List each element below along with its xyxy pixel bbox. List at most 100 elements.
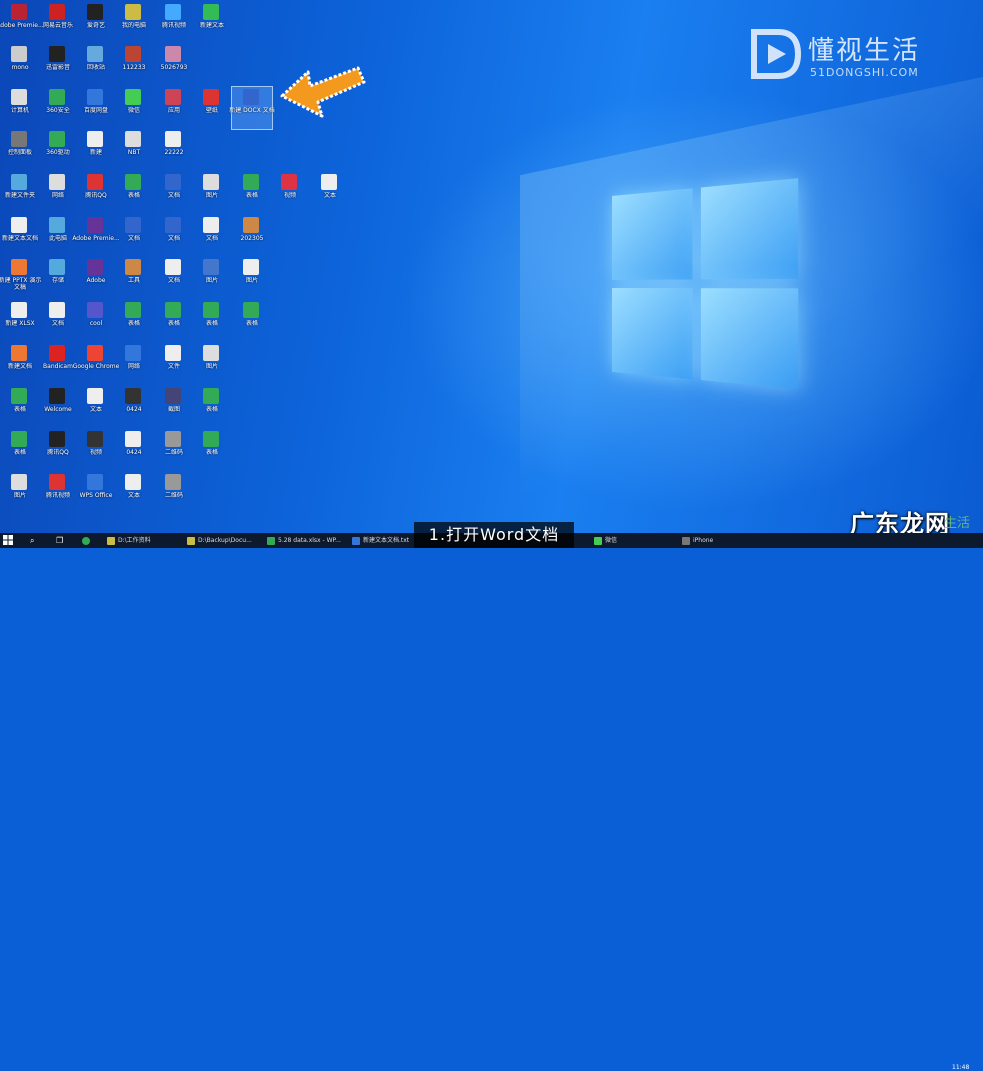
task-view-button[interactable]: ❐ [56,534,68,547]
desktop-icon-label: 202305 [240,235,264,242]
desktop-icon[interactable]: 表格 [114,300,154,342]
desktop-icon-label: 文本 [323,192,336,199]
app-icon [87,259,103,275]
app-icon [49,4,65,20]
clock: 11:48 [952,1064,970,1071]
desktop-icon[interactable]: 微信 [114,87,154,129]
taskbar-item[interactable]: 微信 [592,534,672,547]
app-icon [49,174,65,190]
desktop-icon[interactable]: 0424 [114,429,154,471]
app-icon [49,302,65,318]
watermark-subtitle: 51DONGSHI.COM [810,66,919,79]
taskbar-app-icon [352,536,360,545]
desktop-icon[interactable]: 二维码 [154,472,194,514]
desktop-icon[interactable]: 视频 [270,172,310,214]
app-icon [49,388,65,404]
app-icon [49,217,65,233]
desktop-icon[interactable]: 文档 [192,215,232,257]
taskbar-item[interactable]: D:\工作资料 [105,534,180,547]
desktop-icon[interactable]: 0424 [114,386,154,428]
app-icon [125,89,141,105]
desktop-icon[interactable]: NBT [114,129,154,171]
taskbar-pin-browser[interactable] [80,534,92,547]
desktop-icon-label: 图片 [245,277,258,284]
taskbar-item[interactable]: 5.28 data.xlsx - WP... [265,534,347,547]
desktop-icon[interactable]: 新建文本 [192,2,232,44]
start-button[interactable] [3,534,15,547]
app-icon [87,89,103,105]
app-icon [165,431,181,447]
brand-ghost: 生活 [944,516,971,531]
taskbar-item[interactable]: 新建文本文档.txt [350,534,412,547]
watermark: 懂视生活 51DONGSHI.COM [748,26,948,86]
desktop-icon[interactable]: 壁纸 [192,87,232,129]
app-icon [125,474,141,490]
desktop-icon[interactable]: 5026793 [154,44,194,86]
app-icon [165,46,181,62]
windows-logo [612,178,803,395]
taskbar-app-icon [187,536,195,545]
desktop-icon[interactable]: 表格 [192,429,232,471]
app-icon [203,174,219,190]
app-icon [49,46,65,62]
app-icon [87,431,103,447]
desktop-icon[interactable]: 网络 [114,343,154,385]
search-button[interactable]: ⌕ [30,534,42,547]
desktop-icon[interactable]: 我的电脑 [114,2,154,44]
desktop-background: 懂视生活 51DONGSHI.COM Adobe Premie... 网易云音乐爱… [0,0,983,548]
desktop-icon[interactable]: 112233 [114,44,154,86]
desktop-icon[interactable]: 表格 [192,300,232,342]
task-view-icon: ❐ [56,536,64,545]
taskbar-app-icon [594,536,602,545]
desktop-icon[interactable]: 表格 [114,172,154,214]
desktop-icon[interactable]: 表格 [192,386,232,428]
desktop-icon[interactable]: 表格 [232,300,272,342]
desktop-icon[interactable]: 图片 [192,172,232,214]
browser-icon [82,536,90,545]
desktop-icon[interactable]: 文本 [310,172,350,214]
taskbar-app-icon [267,536,275,545]
desktop-icon-label: 22222 [164,149,184,156]
app-icon [243,217,259,233]
app-icon [11,131,27,147]
desktop-icon[interactable]: 图片 [192,257,232,299]
desktop-icon[interactable]: 图片 [232,257,272,299]
app-icon [49,345,65,361]
taskbar-item-label: iPhone [693,537,714,544]
app-icon [11,46,27,62]
app-icon [125,388,141,404]
desktop-icon[interactable]: 22222 [154,129,194,171]
app-icon [49,474,65,490]
app-icon [165,474,181,490]
taskbar-app-icon [107,536,115,545]
app-icon [49,259,65,275]
desktop-icon-label: 新建 DOCX 文档 [229,107,275,114]
taskbar-item[interactable]: D:\Backup\Docu... [185,534,263,547]
desktop-icon[interactable]: 新建 DOCX 文档 [229,86,275,130]
app-icon [165,131,181,147]
desktop-icon[interactable]: 图片 [192,343,232,385]
desktop-icon[interactable]: 202305 [232,215,272,257]
app-icon [125,431,141,447]
app-icon [11,259,27,275]
app-icon [125,302,141,318]
app-icon [281,174,297,190]
desktop-icon[interactable]: 工具 [114,257,154,299]
desktop-icon[interactable]: 文本 [114,472,154,514]
app-icon [125,259,141,275]
app-icon [87,302,103,318]
app-icon [125,174,141,190]
app-icon [49,89,65,105]
taskbar-item-label: 微信 [605,537,618,544]
search-icon: ⌕ [30,536,35,545]
app-icon [165,4,181,20]
app-icon [125,46,141,62]
app-icon [125,4,141,20]
taskbar-item[interactable]: iPhone [680,534,740,547]
app-icon [243,302,259,318]
app-icon [11,217,27,233]
desktop-icon[interactable]: 文档 [114,215,154,257]
app-icon [165,388,181,404]
app-icon [11,474,27,490]
app-icon [87,4,103,20]
